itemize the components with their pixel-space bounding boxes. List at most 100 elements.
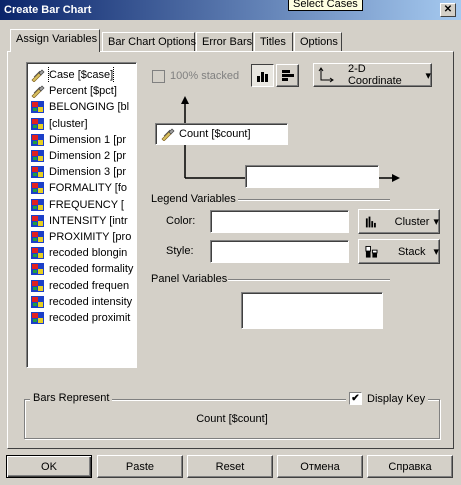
nominal-icon (30, 214, 46, 228)
list-item[interactable]: INTENSITY [intr (27, 213, 136, 229)
nominal-icon (30, 279, 46, 293)
nominal-icon (30, 133, 46, 147)
ok-button[interactable]: OK (6, 455, 92, 478)
coordinate-dropdown[interactable]: 2-D Coordinate ▾ (313, 63, 432, 87)
tab-label: Bar Chart Options (108, 36, 197, 48)
help-label: Справка (388, 460, 432, 473)
variable-list[interactable]: Case [$case] Percent [$pct] BELONGING [bl [… (26, 62, 137, 368)
nominal-icon (30, 117, 46, 131)
list-item-label: Dimension 1 [pr (49, 133, 127, 146)
cluster-bars-icon (365, 216, 376, 227)
list-item[interactable]: recoded frequen (27, 277, 136, 293)
cancel-button[interactable]: Отмена (277, 455, 363, 478)
chevron-down-icon: ▾ (433, 216, 439, 228)
list-item-label: FORMALITY [fo (49, 182, 128, 195)
style-mode-label: Stack (397, 245, 426, 258)
list-item[interactable]: [cluster] (27, 116, 136, 132)
help-button[interactable]: Справка (367, 455, 453, 478)
vertical-bars-icon (256, 71, 268, 82)
tab-error-bars[interactable]: Error Bars (196, 32, 253, 52)
tab-titles[interactable]: Titles (254, 32, 293, 52)
paste-label: Paste (125, 460, 155, 473)
color-mode-label: Cluster (394, 215, 430, 228)
legend-variables-header: Legend Variables (151, 193, 236, 205)
style-label: Style: (166, 245, 194, 257)
list-item-label: Dimension 3 [pr (49, 166, 127, 179)
list-item[interactable]: Dimension 3 [pr (27, 164, 136, 180)
chevron-down-icon: ▾ (425, 69, 432, 82)
tab-bar-chart-options[interactable]: Bar Chart Options (102, 32, 197, 52)
panel-variables-header: Panel Variables (151, 273, 228, 285)
x-axis-arrow-icon (392, 174, 400, 182)
y-axis-variable-text: Count [$count] (179, 128, 251, 140)
color-label: Color: (166, 215, 196, 227)
color-mode-dropdown[interactable]: Cluster ▾ (358, 209, 440, 234)
paste-button[interactable]: Paste (97, 455, 183, 478)
list-item[interactable]: Percent [$pct] (27, 83, 136, 99)
pencil-icon (160, 127, 176, 142)
tab-label: Titles (260, 36, 286, 48)
panel-divider (228, 279, 390, 281)
list-item[interactable]: FREQUENCY [ (27, 197, 136, 213)
nominal-icon (30, 181, 46, 195)
vertical-bars-button[interactable] (251, 64, 274, 87)
list-item-label: recoded frequen (49, 279, 130, 292)
display-key-option[interactable]: ✔ Display Key (346, 392, 429, 405)
close-icon: ✕ (443, 4, 453, 15)
list-item[interactable]: recoded blongin (27, 245, 136, 261)
tab-label: Error Bars (202, 36, 253, 48)
list-item-label: PROXIMITY [pro (49, 230, 132, 243)
list-item-label: recoded formality (49, 263, 134, 276)
bars-represent-header: Bars Represent (30, 392, 113, 404)
list-item-label: INTENSITY [intr (49, 214, 128, 227)
style-variable-box[interactable] (210, 240, 349, 263)
color-variable-box[interactable] (210, 210, 349, 233)
y-axis-variable-box[interactable]: Count [$count] (155, 123, 288, 145)
stack-bars-icon (365, 245, 378, 258)
display-key-checkbox[interactable]: ✔ (349, 392, 362, 405)
list-item-label: Case [$case] (47, 67, 115, 84)
tab-label: Options (300, 36, 338, 48)
list-item-label: Dimension 2 [pr (49, 150, 127, 163)
nominal-icon (30, 230, 46, 244)
display-key-label: Display Key (367, 392, 426, 405)
stacked-label: 100% stacked (170, 70, 240, 82)
horizontal-bars-button[interactable] (276, 64, 299, 87)
tab-assign-variables[interactable]: Assign Variables (10, 29, 100, 52)
pencil-icon (30, 68, 46, 83)
title-bar: Create Bar Chart (0, 0, 461, 20)
legend-divider (238, 199, 390, 201)
reset-button[interactable]: Reset (187, 455, 273, 478)
nominal-icon (30, 295, 46, 309)
list-item-label: recoded blongin (49, 247, 128, 260)
list-item[interactable]: recoded proximit (27, 310, 136, 326)
cancel-label: Отмена (300, 460, 340, 473)
chevron-down-icon: ▾ (433, 246, 439, 258)
y-axis-arrow-icon (181, 96, 189, 104)
window-title: Create Bar Chart (4, 4, 92, 16)
list-item[interactable]: recoded intensity (27, 294, 136, 310)
nominal-icon (30, 311, 46, 325)
list-item[interactable]: PROXIMITY [pro (27, 229, 136, 245)
tooltip: Select Cases (288, 0, 363, 11)
nominal-icon (30, 198, 46, 212)
style-mode-dropdown[interactable]: Stack ▾ (358, 239, 440, 264)
reset-label: Reset (215, 460, 245, 473)
x-axis-variable-box[interactable] (245, 165, 379, 188)
list-item[interactable]: BELONGING [bl (27, 99, 136, 115)
list-item[interactable]: Dimension 2 [pr (27, 148, 136, 164)
tab-label: Assign Variables (16, 33, 98, 45)
nominal-icon (30, 100, 46, 114)
nominal-icon (30, 165, 46, 179)
pencil-icon (30, 84, 46, 99)
coordinate-axes-icon (318, 67, 334, 83)
list-item-label: recoded proximit (49, 311, 131, 324)
list-item[interactable]: recoded formality (27, 261, 136, 277)
close-button[interactable]: ✕ (440, 3, 456, 17)
list-item[interactable]: FORMALITY [fo (27, 180, 136, 196)
tab-options[interactable]: Options (294, 32, 342, 52)
list-item[interactable]: Case [$case] (27, 67, 136, 84)
list-item[interactable]: Dimension 1 [pr (27, 132, 136, 148)
panel-variable-box[interactable] (241, 292, 383, 329)
stacked-checkbox[interactable] (152, 70, 165, 83)
